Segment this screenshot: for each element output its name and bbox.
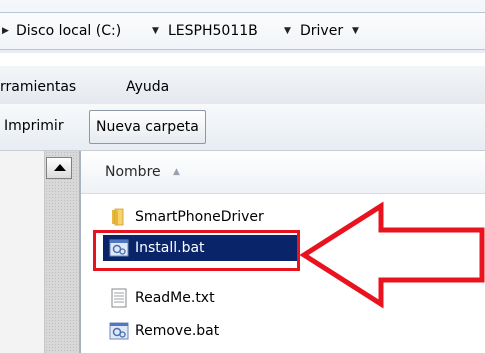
chevron-down-icon[interactable]: ▼ [284,22,291,40]
sort-ascending-icon: ▲ [173,167,180,177]
breadcrumb[interactable]: ▶ Disco local (C:) ▼ LESPH5011B ▼ Driver… [0,12,485,50]
folder-icon [112,208,124,226]
list-item[interactable]: Remove.bat [103,318,403,344]
annotation-highlight-box [93,230,300,271]
file-name: Remove.bat [135,323,220,339]
column-header-name[interactable]: Nombre ▲ [81,151,485,194]
address-bar: ▶ Disco local (C:) ▼ LESPH5011B ▼ Driver… [0,0,485,53]
breadcrumb-driver[interactable]: Driver [300,22,343,40]
batch-file-icon [109,322,129,340]
file-name: SmartPhoneDriver [135,209,264,225]
chevron-down-icon[interactable]: ▼ [352,22,359,40]
column-header-label: Nombre [105,164,161,180]
menu-item-ayuda[interactable]: Ayuda [126,78,169,96]
nav-scrollbar[interactable] [44,151,80,353]
menu-item-herramientas[interactable]: rramientas [0,78,76,96]
chevron-down-icon[interactable]: ▼ [152,22,159,40]
chevron-right-icon: ▶ [2,26,9,36]
annotation-arrow-icon [300,201,485,309]
scroll-up-button[interactable] [46,157,72,179]
menu-bar: rramientas Ayuda [0,66,485,104]
file-name: ReadMe.txt [135,290,215,306]
text-file-icon [111,288,127,308]
toolbar: Imprimir Nueva carpeta [0,104,485,151]
new-folder-button[interactable]: Nueva carpeta [89,110,206,144]
breadcrumb-disco-local[interactable]: Disco local (C:) [16,22,121,40]
breadcrumb-lesph5011b[interactable]: LESPH5011B [168,22,258,40]
print-button[interactable]: Imprimir [4,110,64,142]
arrow-up-icon [54,164,66,171]
explorer-window: ▶ Disco local (C:) ▼ LESPH5011B ▼ Driver… [0,0,485,353]
